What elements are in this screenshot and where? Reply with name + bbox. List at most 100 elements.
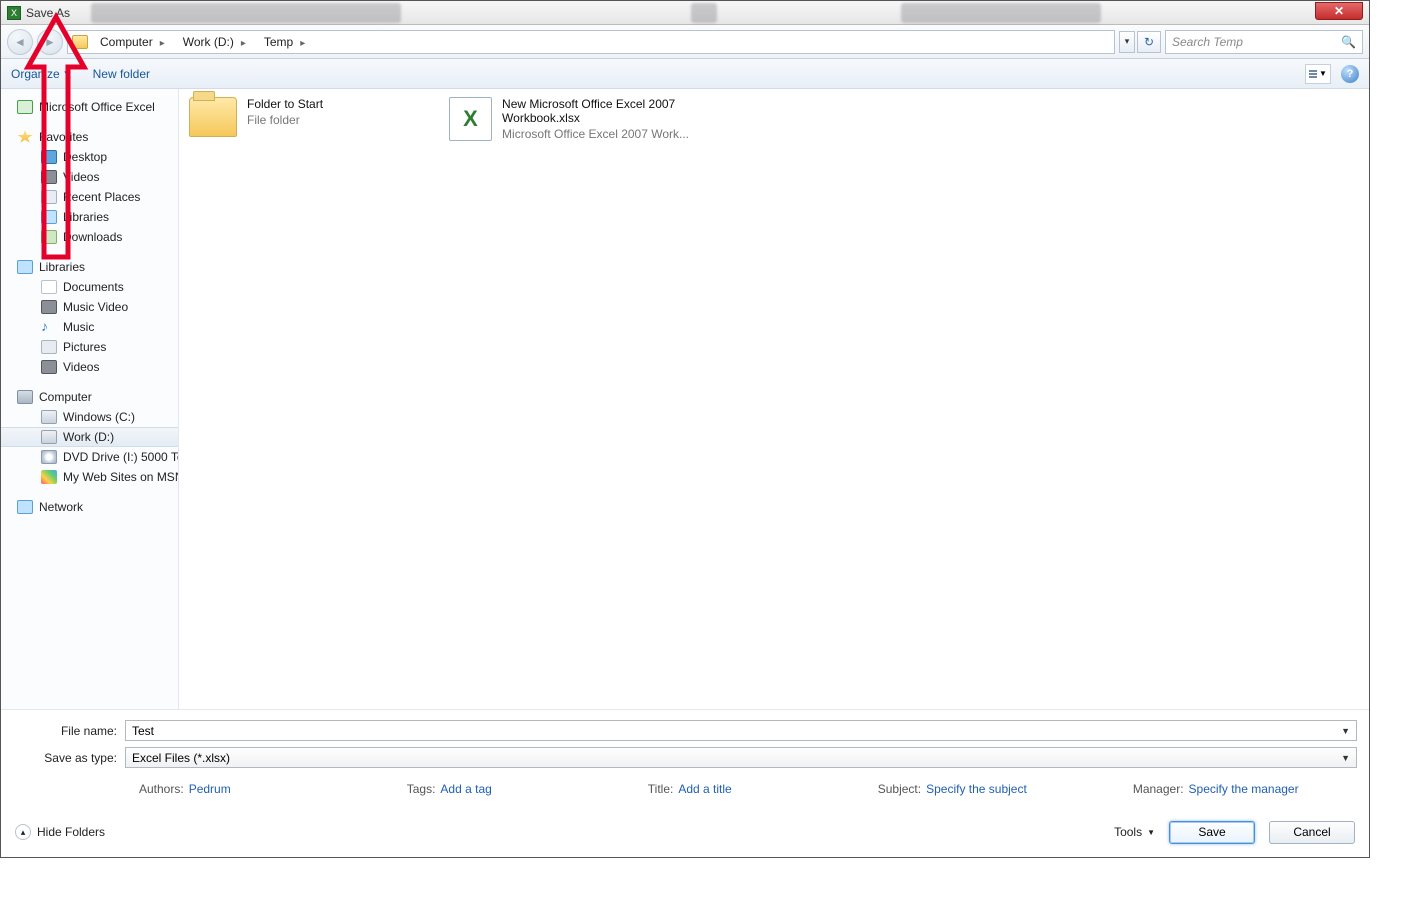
address-dropdown[interactable]: ▾ — [1119, 31, 1135, 53]
sidebar-item-network[interactable]: Network — [1, 497, 178, 517]
downloads-icon — [41, 230, 57, 244]
background-blur — [91, 3, 401, 23]
background-blur — [691, 3, 717, 23]
music-icon: ♪ — [41, 320, 57, 334]
sidebar-item-downloads[interactable]: Downloads — [1, 227, 178, 247]
sidebar-item-libraries-fav[interactable]: Libraries — [1, 207, 178, 227]
videos-icon — [41, 170, 57, 184]
tools-menu[interactable]: Tools▼ — [1114, 825, 1155, 839]
back-button[interactable]: ◄ — [7, 29, 33, 55]
hide-folders-button[interactable]: ▴ Hide Folders — [15, 824, 105, 840]
help-button[interactable]: ? — [1341, 65, 1359, 83]
search-placeholder: Search Temp — [1172, 35, 1243, 49]
documents-icon — [41, 280, 57, 294]
navigation-pane: Microsoft Office Excel Favorites Desktop… — [1, 89, 179, 709]
excel-file-icon: X — [449, 97, 492, 141]
file-item-excel[interactable]: X New Microsoft Office Excel 2007 Workbo… — [449, 97, 729, 141]
video-icon — [41, 300, 57, 314]
body-area: Microsoft Office Excel Favorites Desktop… — [1, 89, 1369, 709]
dropdown-icon[interactable]: ▼ — [1341, 753, 1350, 763]
address-bar[interactable]: Computer Work (D:) Temp — [67, 30, 1115, 54]
sidebar-header-libraries[interactable]: Libraries — [1, 257, 178, 277]
title-value[interactable]: Add a title — [678, 782, 731, 796]
sidebar-header-computer[interactable]: Computer — [1, 387, 178, 407]
libraries-icon — [17, 260, 33, 274]
sidebar-item-drive-d[interactable]: Work (D:) — [1, 427, 178, 447]
file-name: New Microsoft Office Excel 2007 Workbook… — [502, 97, 729, 125]
computer-icon — [17, 390, 33, 404]
search-icon: 🔍 — [1341, 35, 1356, 49]
subject-value[interactable]: Specify the subject — [926, 782, 1027, 796]
savetype-label: Save as type: — [13, 751, 125, 765]
file-type: File folder — [247, 113, 323, 127]
organize-menu[interactable]: Organize▼ — [11, 67, 71, 81]
sidebar-item-music[interactable]: ♪Music — [1, 317, 178, 337]
cancel-button[interactable]: Cancel — [1269, 821, 1355, 844]
sidebar-item-videos[interactable]: Videos — [1, 167, 178, 187]
sidebar-item-documents[interactable]: Documents — [1, 277, 178, 297]
file-type: Microsoft Office Excel 2007 Work... — [502, 127, 729, 141]
view-options-button[interactable]: ▼ — [1305, 64, 1331, 84]
sidebar-header-favorites[interactable]: Favorites — [1, 127, 178, 147]
chevron-up-icon: ▴ — [15, 824, 31, 840]
manager-value[interactable]: Specify the manager — [1189, 782, 1299, 796]
tags-value[interactable]: Add a tag — [440, 782, 491, 796]
refresh-button[interactable]: ↻ — [1137, 31, 1161, 53]
excel-icon — [17, 100, 33, 114]
sidebar-item-dvd[interactable]: DVD Drive (I:) 5000 Ter — [1, 447, 178, 467]
title-label: Title: — [648, 782, 674, 796]
drive-icon — [41, 410, 57, 424]
background-blur — [901, 3, 1101, 23]
sidebar-item-drive-c[interactable]: Windows (C:) — [1, 407, 178, 427]
save-form: File name: Test▼ Save as type: Excel Fil… — [1, 709, 1369, 796]
sidebar-item-videos-lib[interactable]: Videos — [1, 357, 178, 377]
window-title: Save As — [26, 6, 70, 20]
file-name: Folder to Start — [247, 97, 323, 111]
sidebar-item-recent[interactable]: Recent Places — [1, 187, 178, 207]
breadcrumb-computer[interactable]: Computer — [94, 35, 171, 49]
excel-app-icon: X — [7, 6, 21, 20]
command-toolbar: Organize▼ New folder ▼ ? — [1, 59, 1369, 89]
breadcrumb-drive[interactable]: Work (D:) — [177, 35, 252, 49]
subject-label: Subject: — [878, 782, 921, 796]
msn-icon — [41, 470, 57, 484]
network-icon — [17, 500, 33, 514]
star-icon — [17, 130, 33, 144]
address-tail: ▾ ↻ — [1119, 31, 1161, 53]
desktop-icon — [41, 150, 57, 164]
sidebar-item-excel[interactable]: Microsoft Office Excel — [1, 97, 178, 117]
new-folder-button[interactable]: New folder — [93, 67, 150, 81]
titlebar[interactable]: X Save As ✕ — [1, 1, 1369, 25]
filename-label: File name: — [13, 724, 125, 738]
videos-icon — [41, 360, 57, 374]
sidebar-item-desktop[interactable]: Desktop — [1, 147, 178, 167]
recent-icon — [41, 190, 57, 204]
save-as-dialog: X Save As ✕ ◄ ► Computer Work (D:) Temp … — [0, 0, 1370, 858]
file-list-pane[interactable]: Folder to Start File folder X New Micros… — [179, 89, 1369, 709]
manager-label: Manager: — [1133, 782, 1184, 796]
pictures-icon — [41, 340, 57, 354]
sidebar-item-music-video[interactable]: Music Video — [1, 297, 178, 317]
metadata-row: Authors: Pedrum Tags: Add a tag Title: Add … — [13, 774, 1357, 796]
close-button[interactable]: ✕ — [1315, 2, 1363, 20]
file-item-folder[interactable]: Folder to Start File folder — [189, 97, 419, 137]
authors-label: Authors: — [139, 782, 184, 796]
tags-label: Tags: — [407, 782, 436, 796]
breadcrumb-folder[interactable]: Temp — [258, 35, 311, 49]
folder-icon — [189, 97, 237, 137]
filename-input[interactable]: Test▼ — [125, 720, 1357, 741]
sidebar-item-pictures[interactable]: Pictures — [1, 337, 178, 357]
savetype-select[interactable]: Excel Files (*.xlsx)▼ — [125, 747, 1357, 768]
navigation-bar: ◄ ► Computer Work (D:) Temp ▾ ↻ Search T… — [1, 25, 1369, 59]
cd-icon — [41, 450, 57, 464]
drive-icon — [41, 430, 57, 444]
save-button[interactable]: Save — [1169, 821, 1255, 844]
dropdown-icon[interactable]: ▼ — [1341, 726, 1350, 736]
authors-value[interactable]: Pedrum — [189, 782, 231, 796]
dialog-footer: ▴ Hide Folders Tools▼ Save Cancel — [1, 807, 1369, 857]
forward-button[interactable]: ► — [37, 29, 63, 55]
sidebar-item-msn[interactable]: My Web Sites on MSN — [1, 467, 178, 487]
libraries-icon — [41, 210, 57, 224]
folder-icon — [72, 35, 88, 49]
search-input[interactable]: Search Temp 🔍 — [1165, 30, 1363, 54]
